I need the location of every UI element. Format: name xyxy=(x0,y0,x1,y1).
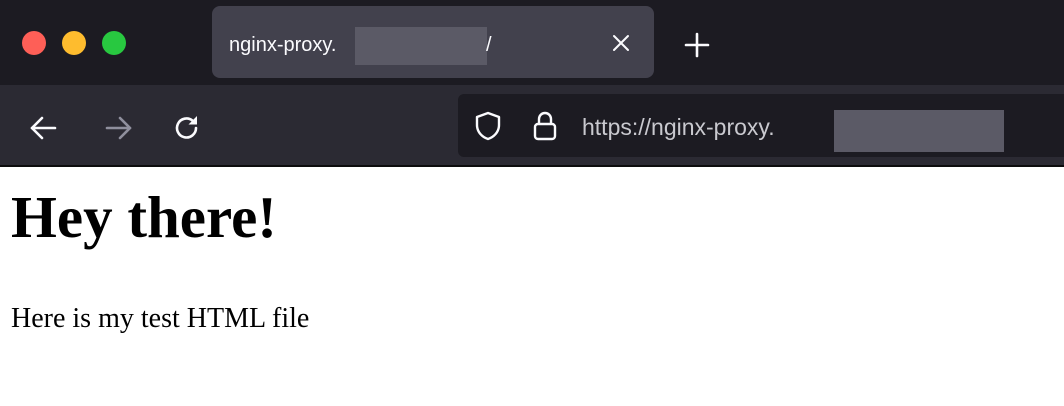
reload-icon[interactable] xyxy=(172,113,202,143)
page-paragraph: Here is my test HTML file xyxy=(11,303,310,334)
lock-icon[interactable] xyxy=(532,110,558,142)
page-content: Hey there! Here is my test HTML file xyxy=(0,167,1064,406)
window-close-button[interactable] xyxy=(22,31,46,55)
url-text[interactable]: https://nginx-proxy. xyxy=(582,114,775,140)
arrow-right-icon[interactable] xyxy=(104,113,134,143)
tab-strip: nginx-proxy. / xyxy=(0,0,1064,85)
active-tab[interactable]: nginx-proxy. / xyxy=(212,6,654,78)
tab-title-redaction xyxy=(355,27,487,65)
plus-icon[interactable] xyxy=(684,32,710,58)
url-bar[interactable]: https://nginx-proxy. xyxy=(458,94,1064,157)
url-redaction xyxy=(834,110,1004,152)
navigation-toolbar: https://nginx-proxy. xyxy=(0,85,1064,165)
browser-window: nginx-proxy. / https://nginx-proxy. Hey … xyxy=(0,0,1064,406)
page-heading: Hey there! xyxy=(11,184,277,250)
shield-icon[interactable] xyxy=(474,111,502,141)
tab-title: nginx-proxy. xyxy=(229,34,337,56)
window-maximize-button[interactable] xyxy=(102,31,126,55)
arrow-left-icon[interactable] xyxy=(28,113,58,143)
window-minimize-button[interactable] xyxy=(62,31,86,55)
close-icon[interactable] xyxy=(610,32,632,54)
tab-title-suffix: / xyxy=(486,34,492,56)
